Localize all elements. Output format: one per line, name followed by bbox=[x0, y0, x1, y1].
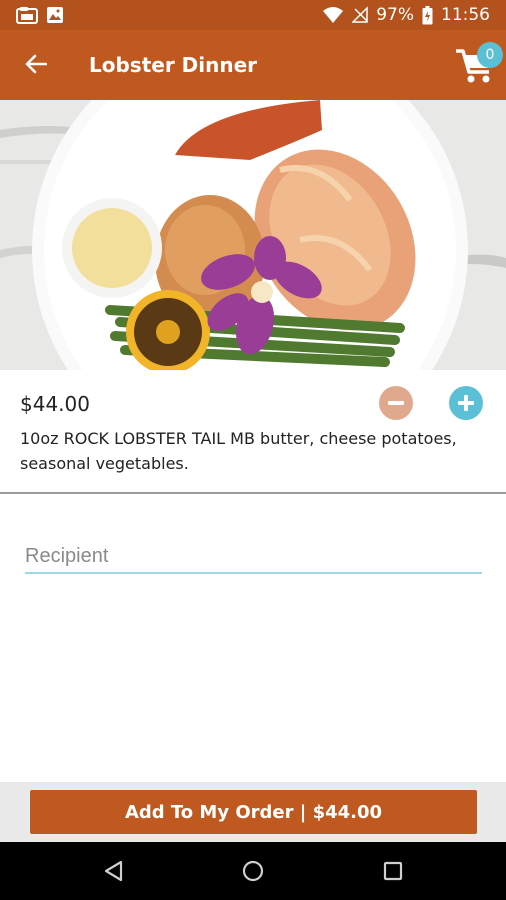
increase-quantity-button[interactable] bbox=[449, 386, 483, 420]
system-nav-bar bbox=[0, 842, 506, 900]
no-signal-icon bbox=[352, 6, 368, 24]
recipient-input[interactable] bbox=[25, 540, 482, 574]
back-triangle-icon bbox=[104, 860, 123, 882]
cart-count-badge: 0 bbox=[477, 42, 503, 68]
add-to-order-button[interactable]: Add To My Order | $44.00 bbox=[30, 790, 477, 834]
item-description: 10oz ROCK LOBSTER TAIL MB butter, cheese… bbox=[20, 429, 457, 473]
image-notification-icon bbox=[46, 6, 64, 24]
item-details: $44.00 10oz ROCK LOBSTER TAIL MB butter,… bbox=[0, 370, 506, 494]
page-title: Lobster Dinner bbox=[89, 53, 258, 77]
back-arrow-icon bbox=[25, 54, 48, 78]
back-button[interactable] bbox=[22, 52, 50, 80]
bottom-action-area: Add To My Order | $44.00 bbox=[0, 782, 506, 842]
nav-recents-button[interactable] bbox=[381, 859, 405, 883]
recents-square-icon bbox=[383, 861, 403, 881]
app-bar: Lobster Dinner 0 bbox=[0, 30, 506, 100]
item-price: $44.00 bbox=[20, 392, 90, 416]
nav-back-button[interactable] bbox=[102, 859, 126, 883]
home-circle-icon bbox=[242, 860, 264, 882]
wifi-icon bbox=[322, 6, 344, 24]
shopping-cart-icon bbox=[455, 49, 495, 90]
clock: 11:56 bbox=[441, 5, 490, 25]
battery-icon bbox=[422, 5, 433, 25]
nav-home-button[interactable] bbox=[241, 859, 265, 883]
gallery-notification-icon bbox=[16, 6, 38, 24]
dish-photo bbox=[0, 100, 506, 370]
battery-percent: 97% bbox=[376, 5, 414, 25]
status-bar: 97% 11:56 bbox=[0, 0, 506, 30]
decrease-quantity-button[interactable] bbox=[379, 386, 413, 420]
